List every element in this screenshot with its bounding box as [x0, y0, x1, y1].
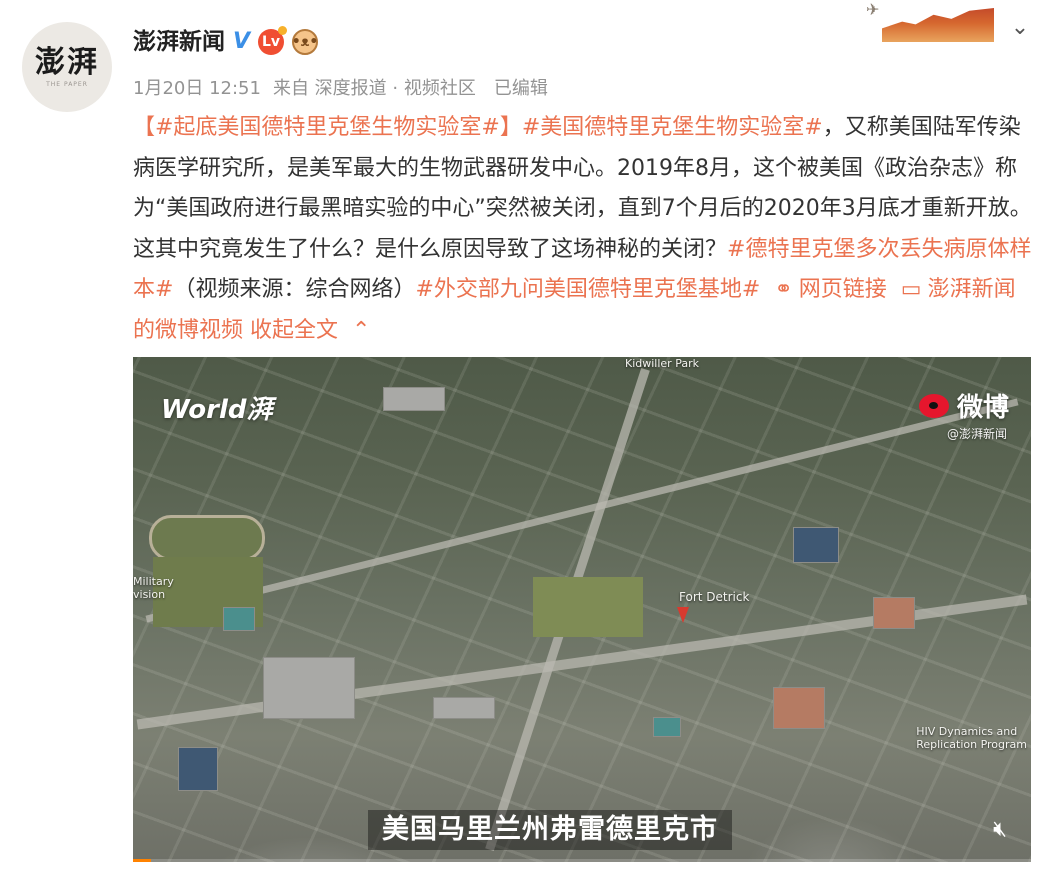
- map-building: [873, 597, 915, 629]
- location-pin-icon: [677, 607, 689, 623]
- post-timestamp[interactable]: 1月20日 12:51: [133, 76, 261, 102]
- collapse-full-text-link[interactable]: 收起全文: [250, 318, 338, 343]
- weibo-watermark: 微博: [918, 387, 1009, 424]
- post-meta: 1月20日 12:51 来自 深度报道 · 视频社区 已编辑: [133, 76, 548, 102]
- watermark-handle: @澎湃新闻: [946, 427, 1007, 441]
- map-label-military: Military vision: [133, 575, 174, 601]
- map-building: [263, 657, 355, 719]
- avatar-logo-text: 澎湃: [35, 44, 99, 80]
- video-progress-bar[interactable]: [133, 859, 1031, 862]
- link-icon: ⚭: [774, 277, 793, 302]
- weibo-watermark-text: 微博: [956, 393, 1009, 423]
- map-label-park: Kidwiller Park: [625, 357, 699, 370]
- video-subtitle: 美国马里兰州弗雷德里克市: [368, 810, 732, 850]
- chevron-up-icon[interactable]: ⌃: [352, 318, 370, 343]
- map-label-fort-detrick: Fort Detrick: [679, 590, 750, 604]
- hashtag-link[interactable]: 【#起底美国德特里克堡生物实验室#】: [133, 115, 522, 140]
- weibo-logo-icon: [918, 393, 949, 418]
- hashtag-link[interactable]: #外交部九问美国德特里克堡基地#: [415, 277, 760, 302]
- map-label-hiv: HIV Dynamics and Replication Program: [916, 725, 1027, 751]
- avatar-subtext: THE PAPER: [46, 80, 88, 88]
- map-building: [383, 387, 445, 411]
- hashtag-link[interactable]: #美国德特里克堡生物实验室#: [522, 115, 823, 140]
- video-source-note: （视频来源：综合网络）: [173, 277, 416, 302]
- edited-label[interactable]: 已编辑: [494, 76, 548, 102]
- map-building: [653, 717, 681, 737]
- video-player[interactable]: Fort Detrick Kidwiller Park Military vis…: [133, 357, 1031, 862]
- video-progress-fill: [133, 859, 151, 862]
- map-building: [433, 697, 495, 719]
- level-badge-icon[interactable]: Lv: [258, 26, 288, 55]
- post-body: 【#起底美国德特里克堡生物实验室#】#美国德特里克堡生物实验室#，又称美国陆军传…: [133, 108, 1033, 351]
- chevron-down-icon[interactable]: ⌄: [1006, 14, 1034, 42]
- great-wall-decoration: ✈: [852, 0, 998, 48]
- account-header: 澎湃新闻 V Lv •ᴥ•: [133, 26, 318, 58]
- map-building: [793, 527, 839, 563]
- avatar[interactable]: 澎湃 THE PAPER: [22, 22, 112, 112]
- map-building: [223, 607, 255, 631]
- world-watermark: World湃: [161, 395, 273, 425]
- verified-badge-icon[interactable]: V: [233, 26, 250, 58]
- mute-icon[interactable]: 🔇︎: [985, 815, 1015, 845]
- video-icon: ▭: [900, 277, 922, 302]
- account-name[interactable]: 澎湃新闻: [133, 26, 225, 58]
- monkey-badge-icon[interactable]: •ᴥ•: [292, 29, 318, 55]
- bird-icon: ✈: [866, 0, 880, 19]
- post-source[interactable]: 来自 深度报道 · 视频社区: [273, 76, 476, 102]
- web-link[interactable]: 网页链接: [799, 277, 887, 302]
- map-building: [178, 747, 218, 791]
- running-track: [149, 515, 265, 561]
- map-building: [773, 687, 825, 729]
- great-wall-image: [882, 8, 994, 42]
- map-field: [533, 577, 643, 637]
